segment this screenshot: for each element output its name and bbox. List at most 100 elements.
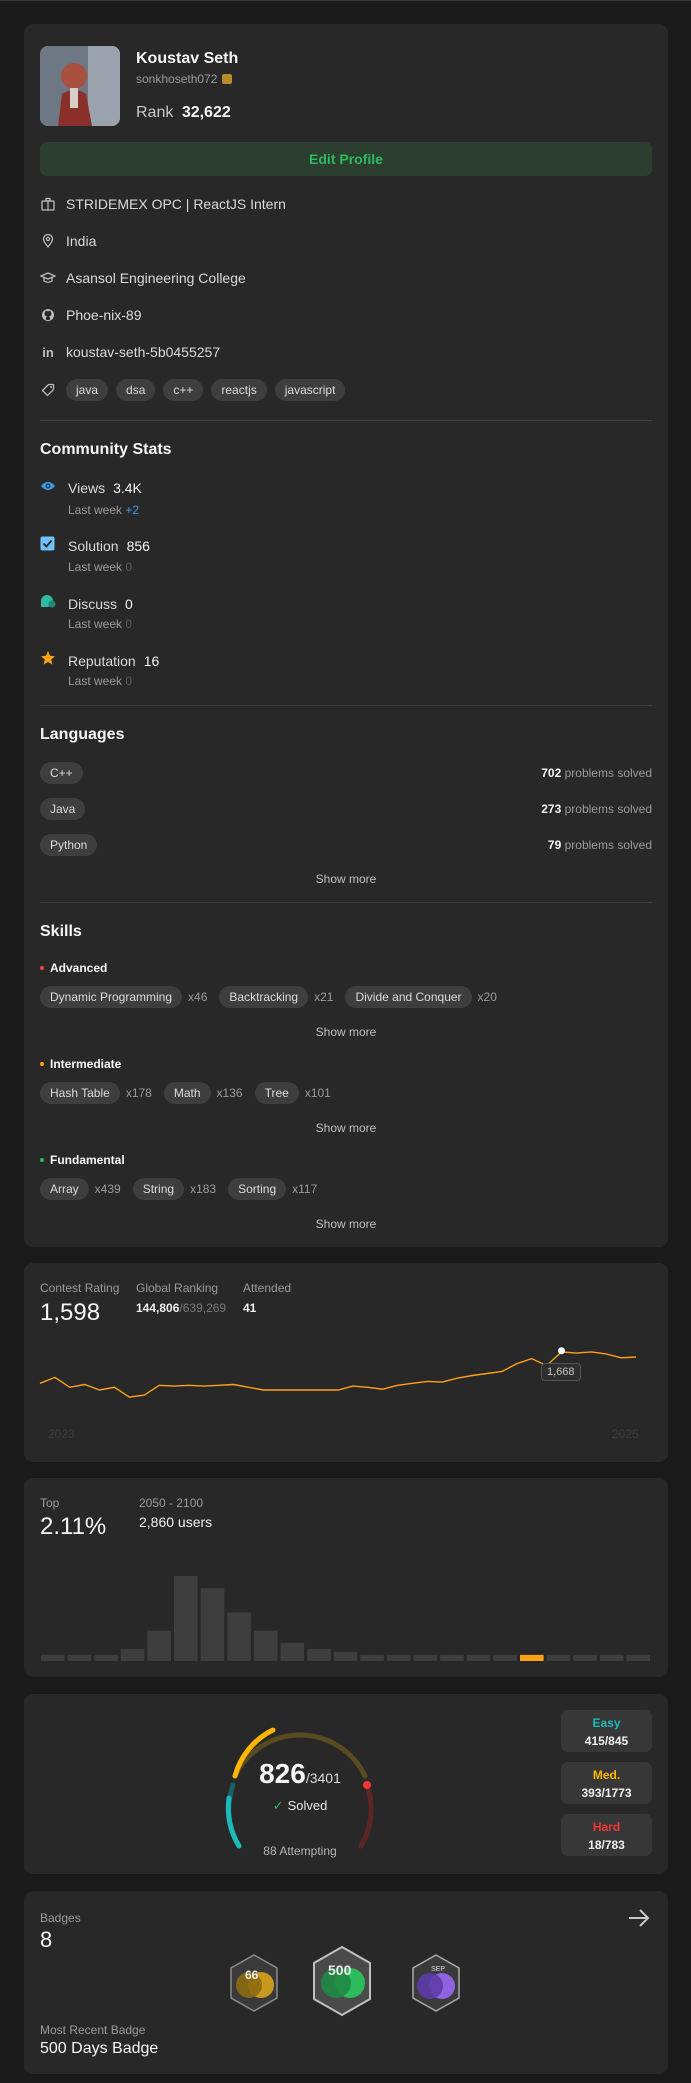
distribution-bar (41, 1654, 65, 1661)
reputation-value: 16 (143, 652, 160, 669)
badge-icon[interactable]: SEP (409, 1953, 463, 2018)
edit-profile-label: Edit Profile (309, 151, 383, 167)
hard-box[interactable]: Hard 18/783 (561, 1814, 652, 1856)
distribution-bar (573, 1654, 597, 1661)
skill-pill[interactable]: Divide and Conquer (345, 986, 472, 1008)
discuss-label: Discuss (68, 595, 118, 612)
distribution-bar (67, 1654, 92, 1661)
distribution-bar (599, 1654, 624, 1661)
language-count: 702 (541, 766, 562, 780)
views-stat: Views 3.4K (40, 479, 142, 497)
solution-delta: 0 (125, 560, 133, 574)
reputation-delta: 0 (125, 674, 133, 688)
language-row: C++ 702 problems solved (40, 762, 652, 784)
top-percentage-card: Top 2.11% 2050 - 2100 2,860 users (24, 1478, 668, 1677)
language-row: Python 79 problems solved (40, 834, 652, 856)
languages-show-more[interactable]: Show more (24, 872, 668, 886)
fundamental-show-more[interactable]: Show more (24, 1217, 668, 1231)
skill-tag[interactable]: dsa (116, 379, 156, 401)
avatar[interactable] (40, 46, 120, 126)
last-week-label: Last week (68, 617, 123, 631)
level-dot (40, 1158, 44, 1162)
language-pill[interactable]: Python (40, 834, 98, 856)
school-row: Asansol Engineering College (40, 270, 246, 286)
intermediate-show-more[interactable]: Show more (24, 1121, 668, 1135)
badges-count: 8 (40, 1927, 53, 1952)
distribution-bar-chart[interactable] (24, 1478, 668, 1677)
company-row: STRIDEMEX OPC | ReactJS Intern (40, 196, 286, 212)
skill-pill[interactable]: String (132, 1178, 185, 1200)
skill-tag[interactable]: javascript (274, 379, 346, 401)
skill-tag[interactable]: java (66, 379, 109, 401)
recent-badge-name: 500 Days Badge (40, 2040, 159, 2057)
github-link[interactable]: Phoe-nix-89 (66, 307, 142, 323)
solved-number: 826 (259, 1758, 306, 1789)
intermediate-skills: Hash Table x178 Math x136 Tree x101 (40, 1082, 343, 1104)
rating-highlight-point[interactable] (558, 1347, 565, 1355)
solved-suffix: problems solved (564, 838, 652, 852)
language-count: 79 (547, 838, 562, 852)
views-delta: +2 (125, 503, 140, 517)
skill-pill[interactable]: Array (40, 1178, 89, 1200)
medium-box[interactable]: Med. 393/1773 (561, 1762, 652, 1804)
user-bar (520, 1654, 544, 1661)
discuss-bubble-icon (40, 593, 58, 614)
skill-pill[interactable]: Hash Table (40, 1082, 120, 1104)
arrow-right-icon[interactable] (628, 1909, 650, 1932)
year-end-label: 2025 (612, 1427, 639, 1441)
distribution-bar (280, 1642, 305, 1661)
solved-label: Solved (287, 1798, 328, 1813)
edit-profile-button[interactable]: Edit Profile (40, 142, 652, 176)
linkedin-row[interactable]: in koustav-seth-5b0455257 (40, 344, 220, 360)
reputation-label: Reputation (68, 652, 136, 669)
solved-total: /3401 (305, 1770, 341, 1786)
community-stats-title: Community Stats (40, 441, 172, 458)
top-border (0, 0, 691, 1)
github-row[interactable]: Phoe-nix-89 (40, 307, 142, 323)
badge-mini-icon (222, 74, 233, 84)
language-row: Java 273 problems solved (40, 798, 652, 820)
contest-rating-card: Contest Rating 1,598 Global Ranking 144,… (24, 1263, 668, 1462)
distribution-bar (466, 1654, 491, 1661)
linkedin-icon: in (42, 344, 54, 360)
divider (40, 420, 652, 421)
briefcase-icon (40, 196, 56, 212)
language-pill[interactable]: Java (40, 798, 86, 820)
language-pill[interactable]: C++ (40, 762, 83, 784)
advanced-show-more[interactable]: Show more (24, 1025, 668, 1039)
badges-card: Badges 8 66 500 SEP Most Recent Badge 50… (24, 1891, 668, 2074)
skill-tag[interactable]: reactjs (211, 379, 267, 401)
skill-tag[interactable]: c++ (163, 379, 204, 401)
fundamental-skills: Array x439 String x183 Sorting x117 (40, 1178, 329, 1200)
solved-label-row: ✓ Solved (24, 1798, 576, 1814)
badge-icon[interactable]: 500 (310, 1945, 374, 2022)
skills-title: Skills (40, 923, 82, 940)
skill-pill[interactable]: Backtracking (219, 986, 309, 1008)
solution-label: Solution (68, 538, 119, 554)
medium-value: 393/1773 (581, 1786, 632, 1800)
profile-username: sonkhoseth072 (136, 72, 233, 86)
linkedin-link[interactable]: koustav-seth-5b0455257 (66, 344, 220, 360)
skill-level-fundamental: Fundamental (40, 1153, 125, 1167)
distribution-bar (200, 1588, 225, 1661)
last-week-label: Last week (68, 503, 123, 517)
skill-pill[interactable]: Tree (254, 1082, 299, 1104)
easy-box[interactable]: Easy 415/845 (561, 1710, 652, 1752)
skill-level-advanced: Advanced (40, 961, 107, 975)
solved-suffix: problems solved (564, 766, 652, 780)
year-start-label: 2023 (48, 1427, 75, 1441)
distribution-bar (227, 1612, 251, 1661)
distribution-bar (626, 1654, 650, 1661)
language-count: 273 (541, 802, 562, 816)
skill-pill[interactable]: Math (163, 1082, 211, 1104)
views-label: Views (68, 480, 106, 496)
rank: Rank 32,622 (136, 104, 231, 122)
divider (40, 902, 652, 903)
level-name: Intermediate (50, 1057, 122, 1071)
badge-icon[interactable]: 66 (227, 1953, 281, 2018)
distribution-bar (174, 1576, 198, 1661)
views-value: 3.4K (113, 480, 142, 496)
skill-pill[interactable]: Sorting (228, 1178, 287, 1200)
skill-pill[interactable]: Dynamic Programming (40, 986, 183, 1008)
level-dot (40, 1062, 44, 1066)
